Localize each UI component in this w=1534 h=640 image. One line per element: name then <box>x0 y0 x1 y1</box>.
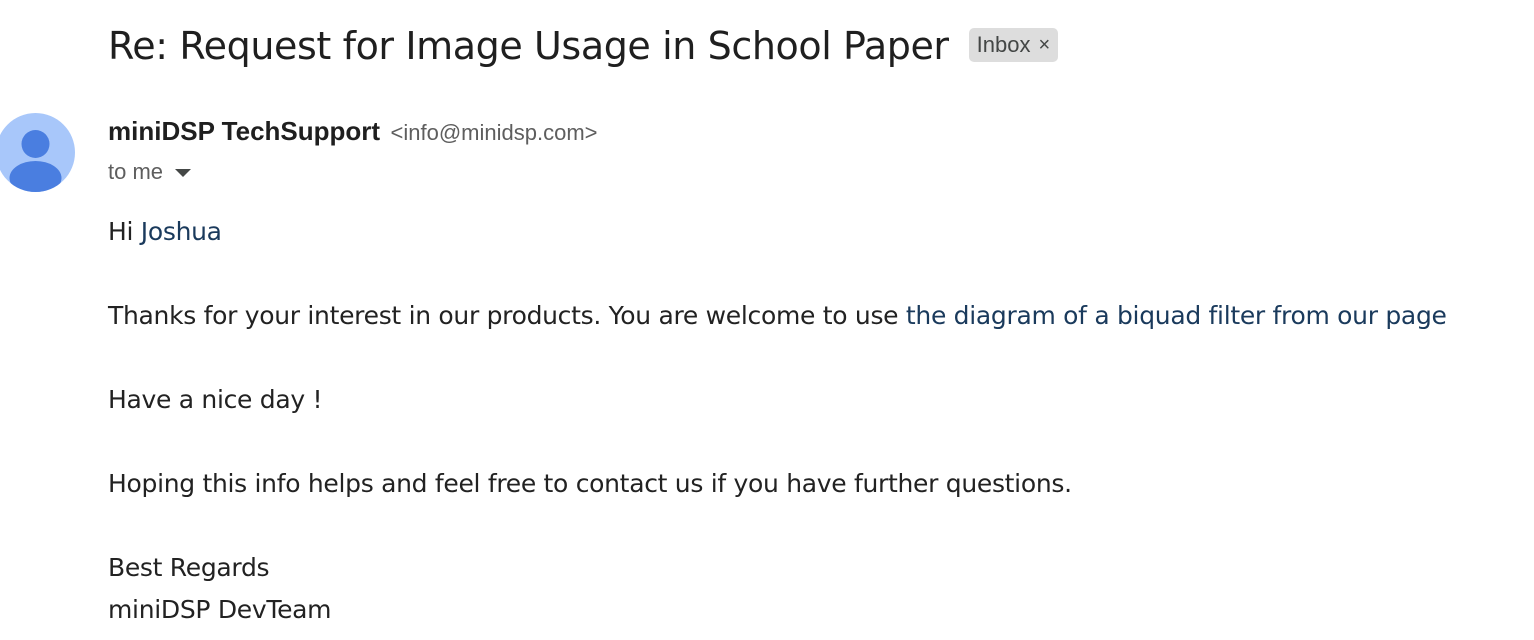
greeting-name: Joshua <box>140 217 222 246</box>
help-line: Hoping this info helps and feel free to … <box>108 469 1072 498</box>
closing-wish: Have a nice day ! <box>108 385 323 414</box>
dropdown-caret-icon[interactable] <box>175 169 192 177</box>
signoff-line: Best Regards <box>108 553 270 582</box>
greeting-line: Hi Joshua <box>108 212 1518 296</box>
person-icon <box>9 130 62 192</box>
label-text: Inbox <box>976 32 1031 57</box>
thanks-line: Thanks for your interest in our products… <box>108 296 1518 380</box>
sender-email[interactable]: <info@minidsp.com> <box>391 120 598 145</box>
sender-line: miniDSP TechSupport <info@minidsp.com> <box>108 116 598 147</box>
remove-label-icon[interactable]: × <box>1039 35 1051 55</box>
recipient-details-toggle[interactable]: to me <box>108 159 192 185</box>
sender-avatar[interactable] <box>0 113 75 192</box>
biquad-diagram-link[interactable]: the diagram of a biquad filter from our … <box>906 301 1447 330</box>
sender-name[interactable]: miniDSP TechSupport <box>108 116 380 146</box>
thanks-text: Thanks for your interest in our products… <box>108 301 906 330</box>
subject-header: Re: Request for Image Usage in School Pa… <box>108 20 1059 72</box>
greeting-prefix: Hi <box>108 217 141 246</box>
email-subject: Re: Request for Image Usage in School Pa… <box>108 24 949 68</box>
email-body: Hi Joshua Thanks for your interest in ou… <box>108 212 1518 632</box>
signature-line: miniDSP DevTeam <box>108 595 332 624</box>
inbox-label-chip[interactable]: Inbox × <box>968 28 1059 62</box>
recipient-text: to me <box>108 159 164 184</box>
